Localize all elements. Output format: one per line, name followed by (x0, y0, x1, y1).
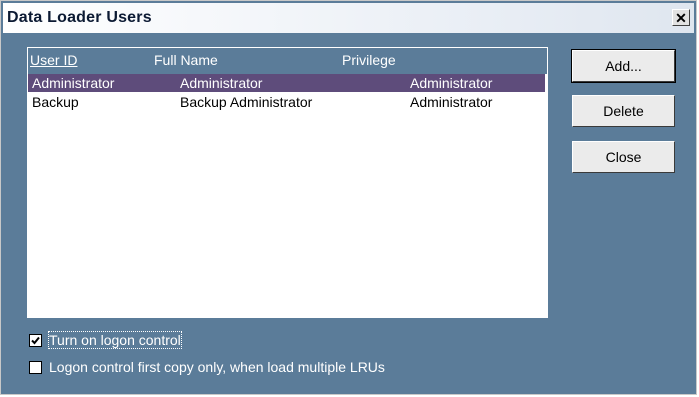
first-copy-only-option[interactable]: Logon control first copy only, when load… (29, 358, 385, 376)
checkmark-icon (31, 336, 40, 344)
delete-button-label: Delete (603, 103, 644, 119)
list-rows: Administrator Administrator Administrato… (28, 74, 547, 317)
close-window-button[interactable]: ✕ (672, 9, 690, 26)
logon-control-option[interactable]: Turn on logon control (29, 331, 182, 349)
cell-user-id: Administrator (32, 75, 115, 91)
add-button-label: Add... (605, 58, 642, 74)
column-header-user-id[interactable]: User ID (30, 52, 77, 68)
first-copy-only-label: Logon control first copy only, when load… (49, 359, 385, 375)
column-header-privilege[interactable]: Privilege (342, 52, 396, 68)
logon-control-checkbox[interactable] (29, 333, 42, 347)
cell-user-id: Backup (32, 94, 79, 110)
table-row[interactable]: Backup Backup Administrator Administrato… (28, 93, 545, 111)
list-header: User ID Full Name Privilege (28, 48, 547, 70)
users-listview[interactable]: User ID Full Name Privilege Administrato… (27, 47, 548, 318)
data-loader-users-dialog: Data Loader Users ✕ User ID Full Name Pr… (0, 0, 697, 395)
delete-button[interactable]: Delete (572, 95, 675, 127)
add-button[interactable]: Add... (571, 49, 676, 83)
close-button-label: Close (605, 149, 642, 165)
close-icon: ✕ (675, 9, 687, 26)
column-header-full-name[interactable]: Full Name (154, 52, 218, 68)
title-bar[interactable]: Data Loader Users ✕ (3, 3, 694, 33)
close-button[interactable]: Close (572, 141, 675, 173)
first-copy-only-checkbox[interactable] (29, 360, 42, 374)
cell-full-name: Administrator (180, 75, 263, 91)
cell-full-name: Backup Administrator (180, 94, 313, 110)
logon-control-label: Turn on logon control (48, 331, 182, 349)
table-row[interactable]: Administrator Administrator Administrato… (28, 74, 545, 92)
cell-privilege: Administrator (410, 75, 493, 91)
cell-privilege: Administrator (410, 94, 493, 110)
window-title: Data Loader Users (7, 9, 152, 26)
